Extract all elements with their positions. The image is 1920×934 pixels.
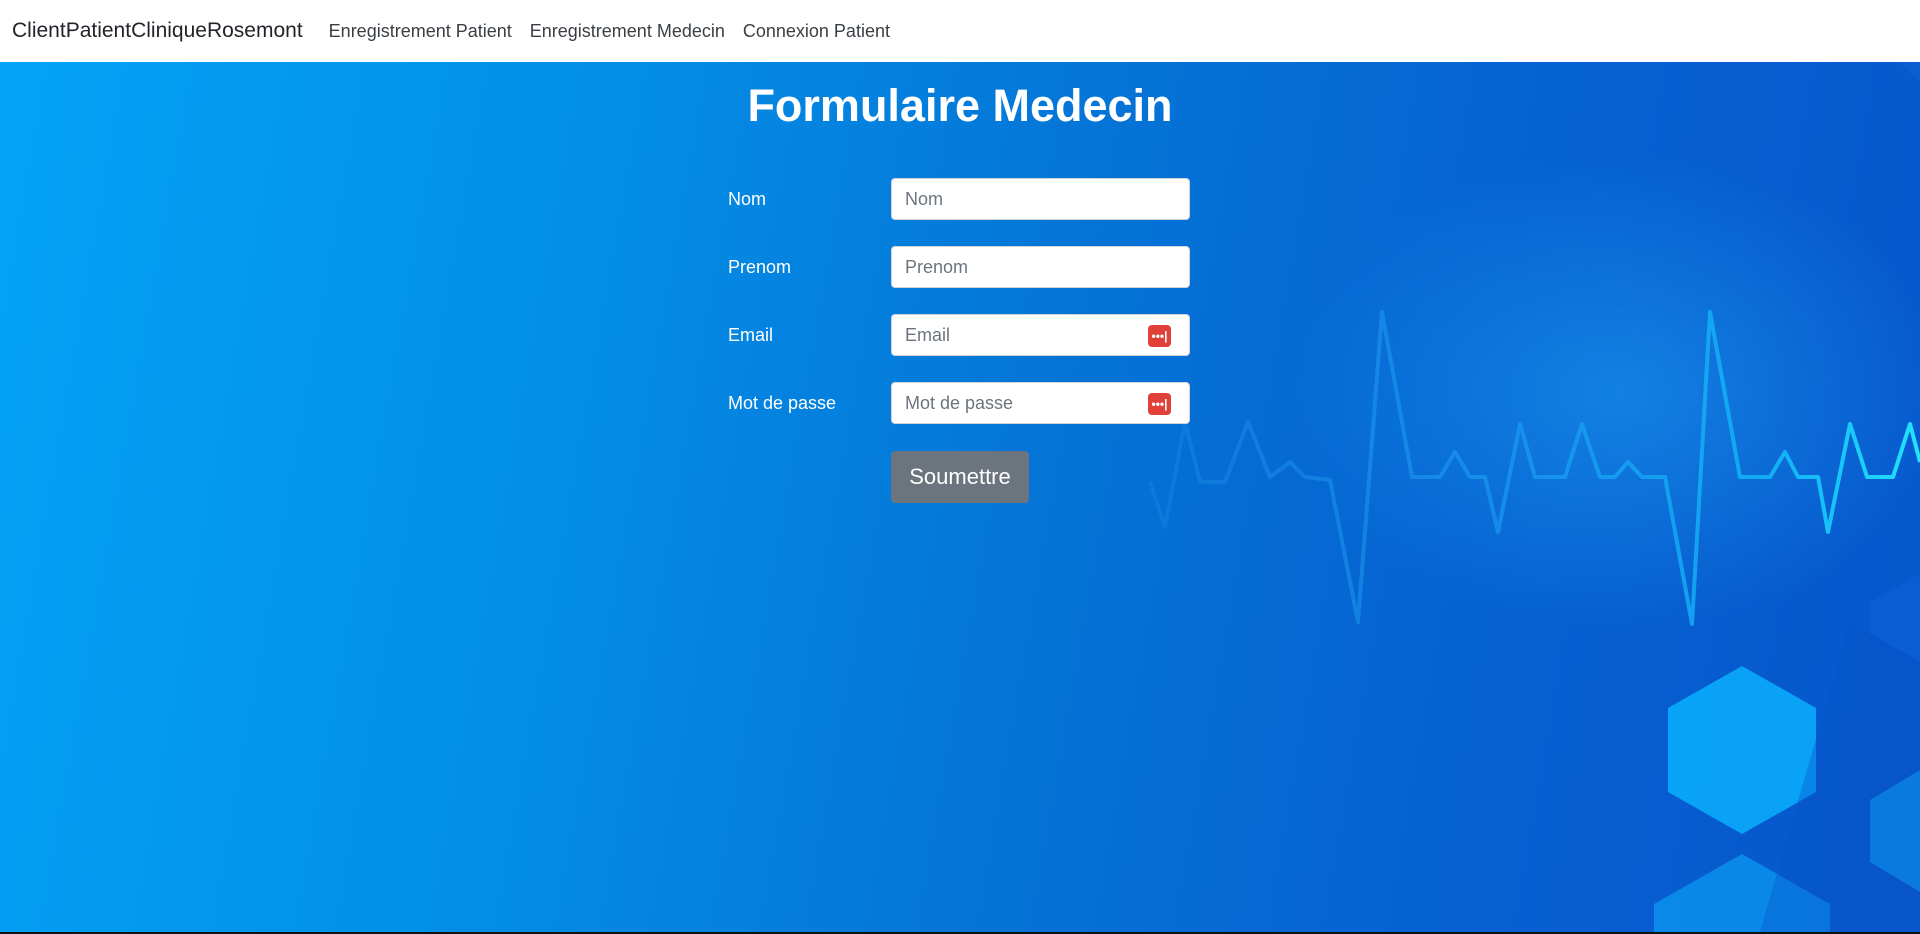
form-row-nom: Nom [728,178,1190,220]
nav-link-enregistrement-medecin[interactable]: Enregistrement Medecin [530,21,725,42]
form-row-mot-de-passe: Mot de passe •••| [728,382,1190,424]
password-manager-icon[interactable]: •••| [1148,325,1171,347]
mot-de-passe-input[interactable] [892,383,1189,423]
prenom-input[interactable] [892,247,1189,287]
nom-field-wrapper [891,178,1190,220]
submit-button[interactable]: Soumettre [891,451,1029,503]
navbar-brand[interactable]: ClientPatientCliniqueRosemont [12,19,303,43]
label-prenom: Prenom [728,257,792,277]
mot-de-passe-field-wrapper: •••| [891,382,1190,424]
nav-link-connexion-patient[interactable]: Connexion Patient [743,21,890,42]
email-input[interactable] [892,315,1189,355]
top-navbar: ClientPatientCliniqueRosemont Enregistre… [0,0,1920,62]
label-nom: Nom [728,189,767,209]
nav-link-enregistrement-patient[interactable]: Enregistrement Patient [329,21,512,42]
prenom-field-wrapper [891,246,1190,288]
label-mot-de-passe: Mot de passe [728,393,837,413]
nom-input[interactable] [892,179,1189,219]
email-field-wrapper: •••| [891,314,1190,356]
form-row-email: Email •••| [728,314,1190,356]
page-title: Formulaire Medecin [747,80,1173,131]
form-row-prenom: Prenom [728,246,1190,288]
password-manager-icon[interactable]: •••| [1148,393,1171,415]
label-email: Email [728,325,774,345]
